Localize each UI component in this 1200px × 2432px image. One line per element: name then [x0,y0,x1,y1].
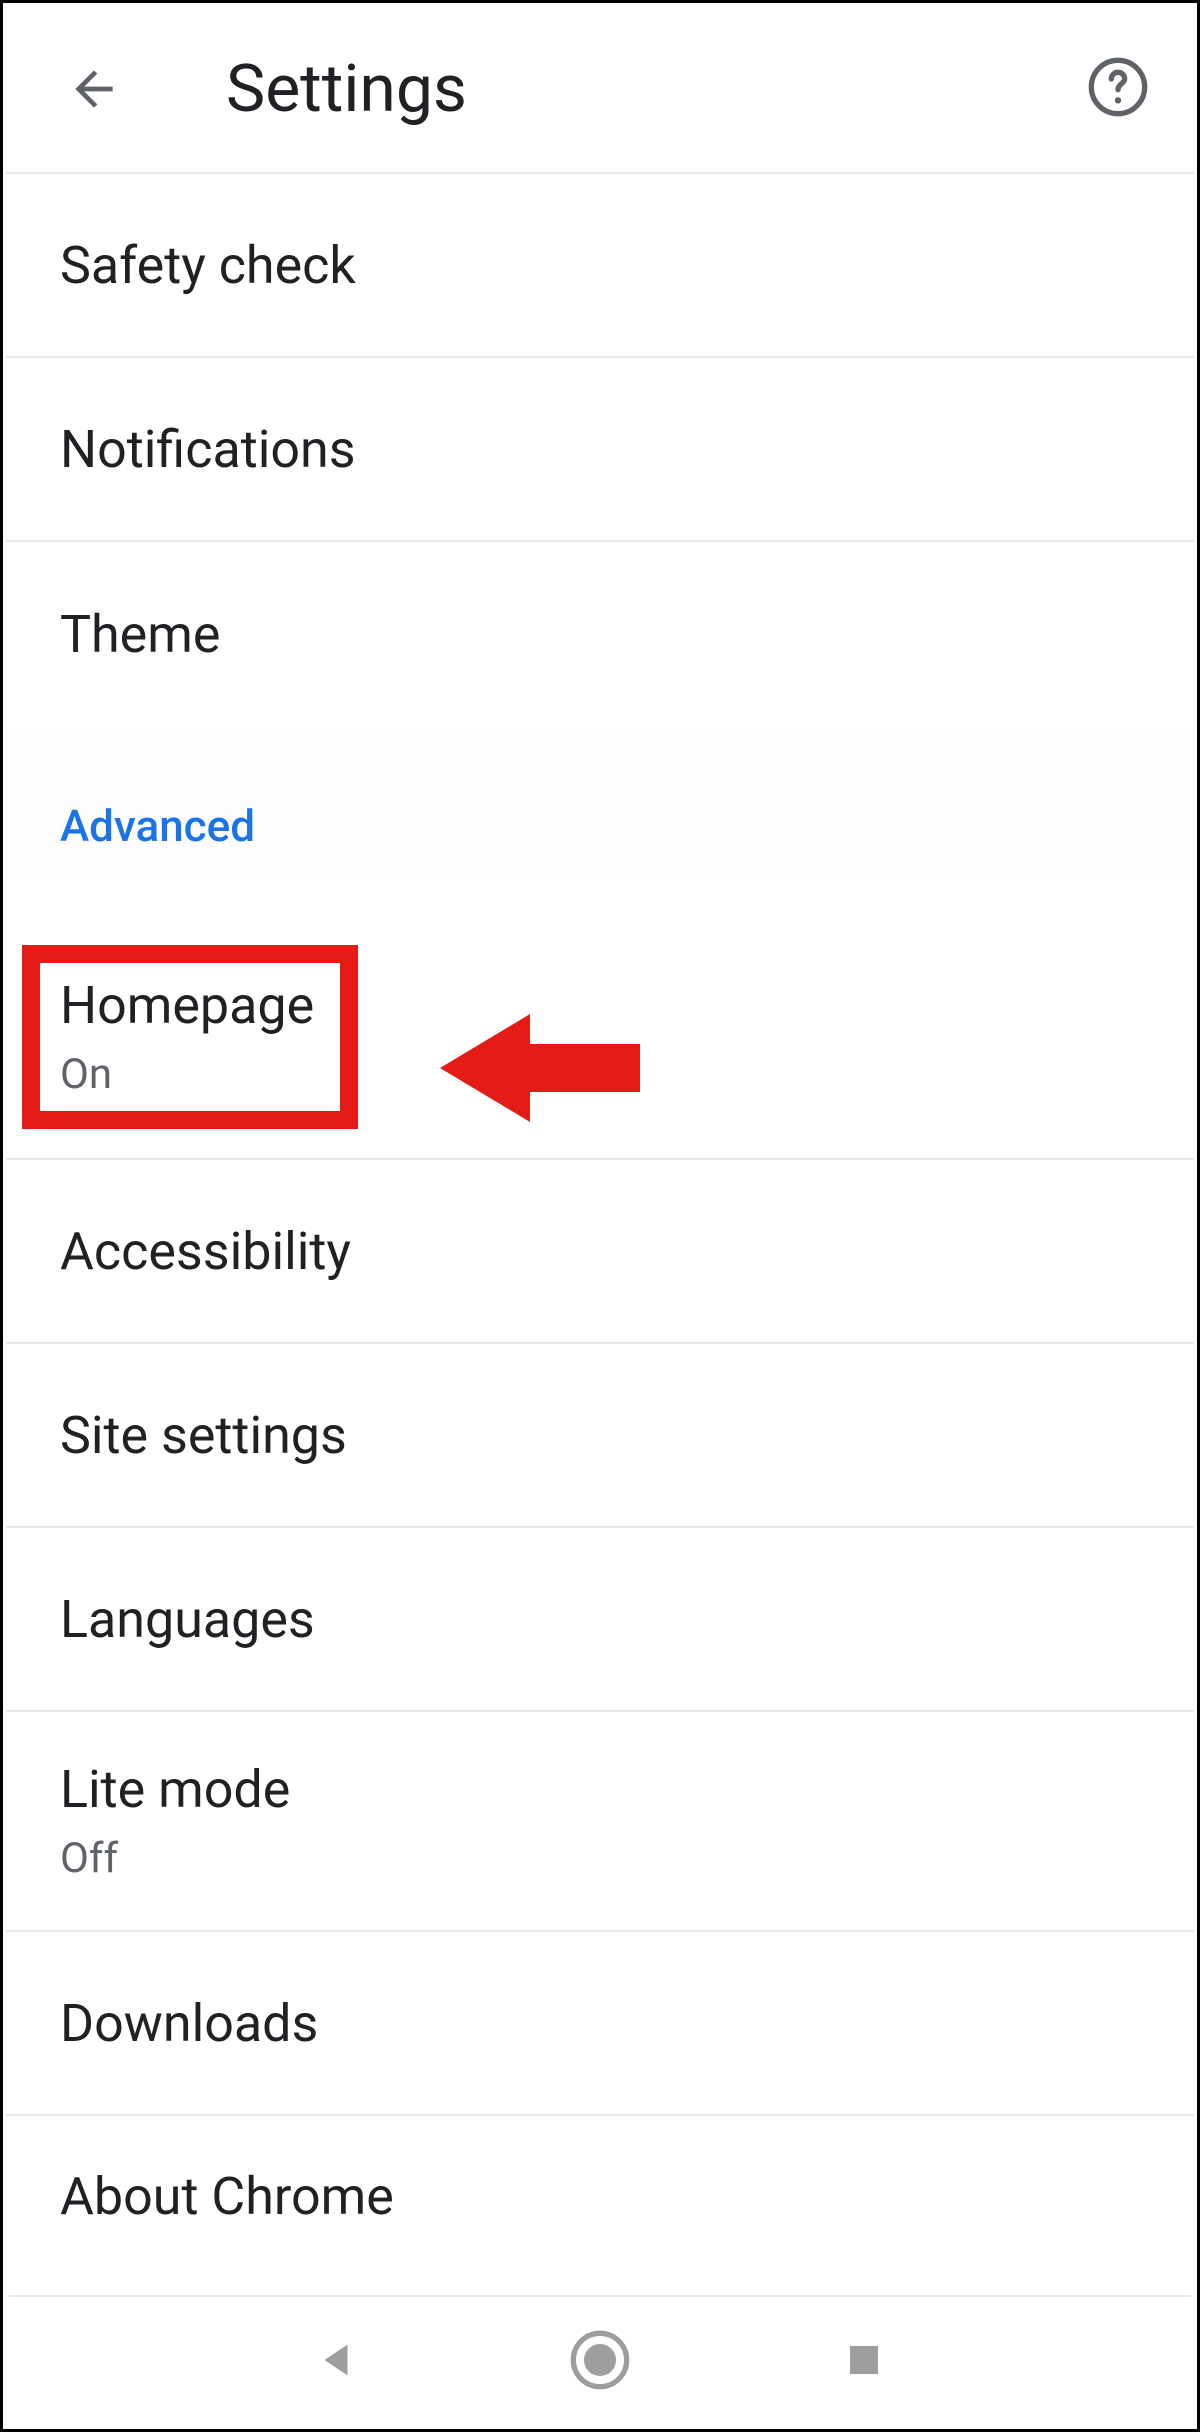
circle-home-icon [568,2318,632,2402]
row-about-chrome[interactable]: About Chrome [6,2116,1194,2276]
row-title: Accessibility [60,1221,1140,1282]
annotation-highlight-box: Homepage On [22,945,358,1129]
row-subtitle: On [60,1050,320,1099]
row-languages[interactable]: Languages [6,1528,1194,1712]
arrow-left-icon [440,994,640,1142]
section-advanced: Advanced [6,726,1194,882]
row-safety-check[interactable]: Safety check [6,174,1194,358]
row-title: About Chrome [60,2166,1140,2227]
row-title: Lite mode [60,1759,1140,1820]
annotation-arrow [440,994,640,1142]
row-title: Languages [60,1589,1140,1650]
row-title: Theme [60,604,1140,665]
arrow-back-icon [66,61,122,117]
row-title: Homepage [60,975,320,1036]
settings-list: Safety check Notifications Theme Advance… [6,174,1194,2276]
row-title: Downloads [60,1993,1140,2054]
nav-back-button[interactable] [304,2328,368,2392]
row-lite-mode[interactable]: Lite mode Off [6,1712,1194,1932]
row-theme[interactable]: Theme [6,542,1194,726]
row-homepage[interactable]: Homepage On [6,882,1194,1160]
row-accessibility[interactable]: Accessibility [6,1160,1194,1344]
app-toolbar: Settings [6,6,1194,174]
help-icon [1086,55,1150,119]
row-title: Safety check [60,235,1140,296]
row-subtitle: Off [60,1834,1140,1883]
row-title: Notifications [60,419,1140,480]
square-recents-icon [843,2339,885,2381]
row-downloads[interactable]: Downloads [6,1932,1194,2116]
app-inner: Settings Safety check Notifications Them… [6,6,1194,2426]
row-notifications[interactable]: Notifications [6,358,1194,542]
page-title: Settings [226,51,1086,128]
app-frame: Settings Safety check Notifications Them… [0,0,1200,2432]
back-button[interactable] [62,57,126,121]
nav-recents-button[interactable] [832,2328,896,2392]
system-nav-bar [9,2295,1191,2423]
nav-home-button[interactable] [568,2328,632,2392]
row-title: Site settings [60,1405,1140,1466]
triangle-back-icon [313,2337,359,2383]
help-button[interactable] [1086,55,1154,123]
row-site-settings[interactable]: Site settings [6,1344,1194,1528]
